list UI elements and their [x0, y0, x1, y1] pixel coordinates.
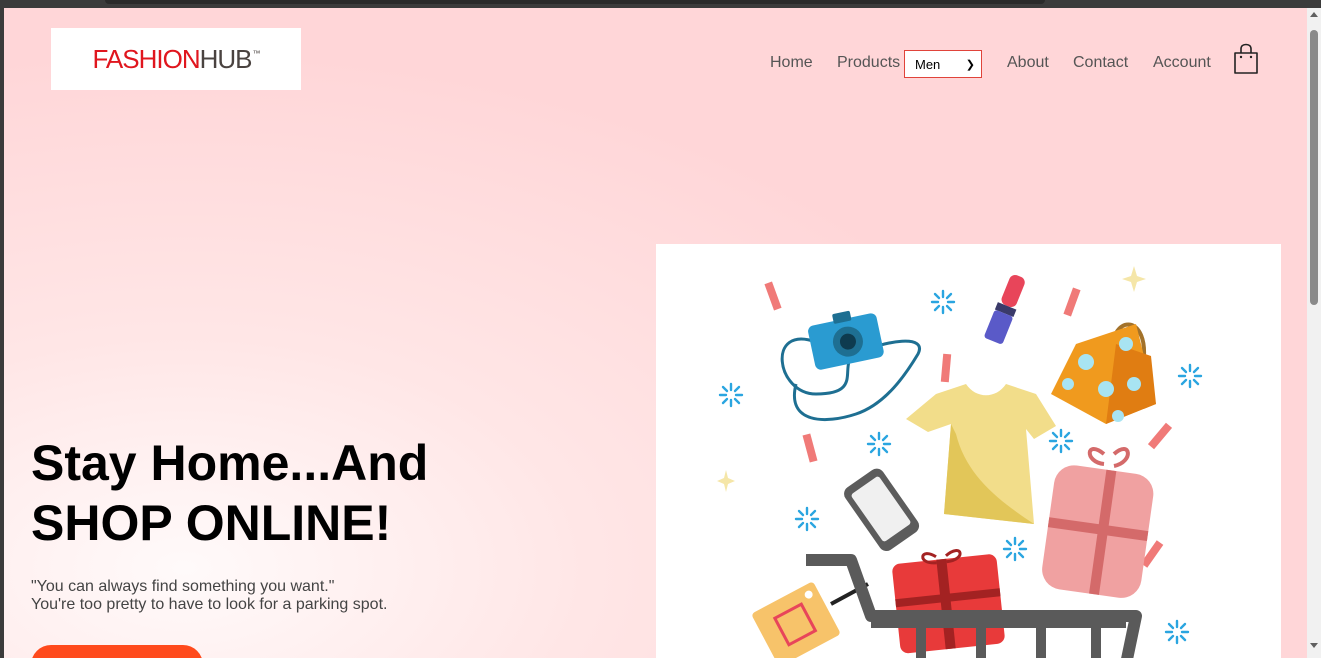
- hero-cta-button[interactable]: [31, 645, 203, 658]
- hero-title: Stay Home...And SHOP ONLINE!: [31, 433, 591, 553]
- page-viewport: FASHIONHUB™ Home Products Men ❯ About Co…: [4, 8, 1307, 658]
- hero-title-line1: Stay Home...And: [31, 435, 429, 491]
- scrollbar-thumb[interactable]: [1310, 30, 1318, 305]
- category-select-value: Men: [915, 56, 941, 72]
- site-logo[interactable]: FASHIONHUB™: [51, 28, 301, 90]
- logo-part-fashion: FASHION: [92, 44, 200, 74]
- nav-account-link[interactable]: Account: [1153, 54, 1211, 72]
- logo-text: FASHIONHUB™: [92, 44, 261, 74]
- nav-contact-link[interactable]: Contact: [1073, 54, 1128, 72]
- logo-trademark: ™: [252, 49, 261, 58]
- nav-products-link[interactable]: Products: [837, 54, 900, 72]
- browser-top-strip: [0, 0, 1321, 8]
- hero-illustration: [656, 244, 1281, 658]
- hero-title-line2: SHOP ONLINE!: [31, 495, 392, 551]
- scroll-down-arrow-icon[interactable]: [1310, 643, 1318, 648]
- scroll-up-arrow-icon[interactable]: [1310, 12, 1318, 17]
- hero-subtitle-line1: "You can always find something you want.…: [31, 578, 335, 595]
- category-select[interactable]: Men ❯: [904, 50, 982, 78]
- chevron-down-icon: ❯: [965, 58, 975, 71]
- page-scrollbar[interactable]: [1307, 8, 1321, 658]
- hero-subtitle: "You can always find something you want.…: [31, 578, 551, 614]
- logo-part-hub: HUB: [199, 44, 253, 74]
- nav-about-link[interactable]: About: [1007, 54, 1049, 72]
- nav-home-link[interactable]: Home: [770, 54, 813, 72]
- hero-subtitle-line2: You're too pretty to have to look for a …: [31, 596, 388, 613]
- shopping-illustration: [717, 266, 1203, 658]
- browser-tab-strip: [105, 0, 1045, 4]
- shopping-bag-icon[interactable]: [1233, 43, 1259, 75]
